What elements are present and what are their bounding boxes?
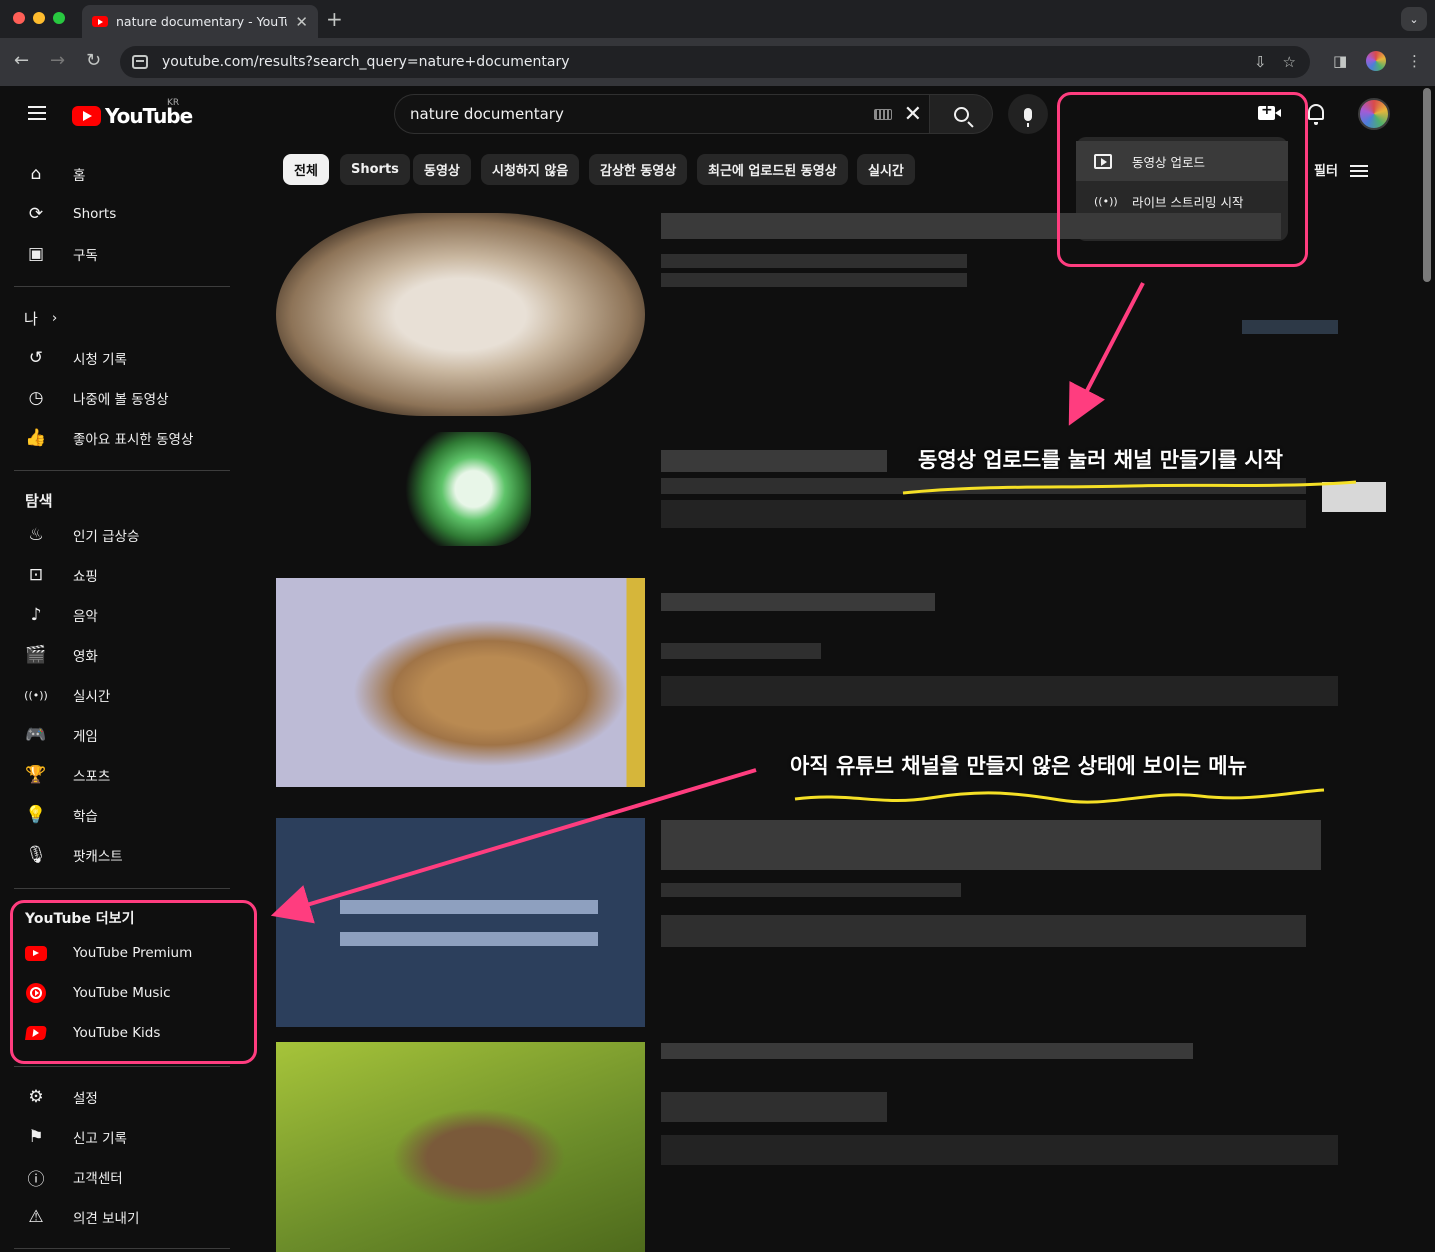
upload-hint-annotation: 동영상 업로드를 눌러 채널 만들기를 시작 [918,448,1283,472]
arrow-to-more-from-youtube [270,768,757,924]
underline-menu-hint [794,788,1325,804]
annotation-overlay [270,282,1357,924]
menu-hint-annotation: 아직 유튜브 채널을 만들지 않은 상태에 보이는 메뉴 [790,754,1247,778]
underline-upload-hint [902,480,1357,495]
arrow-to-create-menu [1068,282,1145,426]
